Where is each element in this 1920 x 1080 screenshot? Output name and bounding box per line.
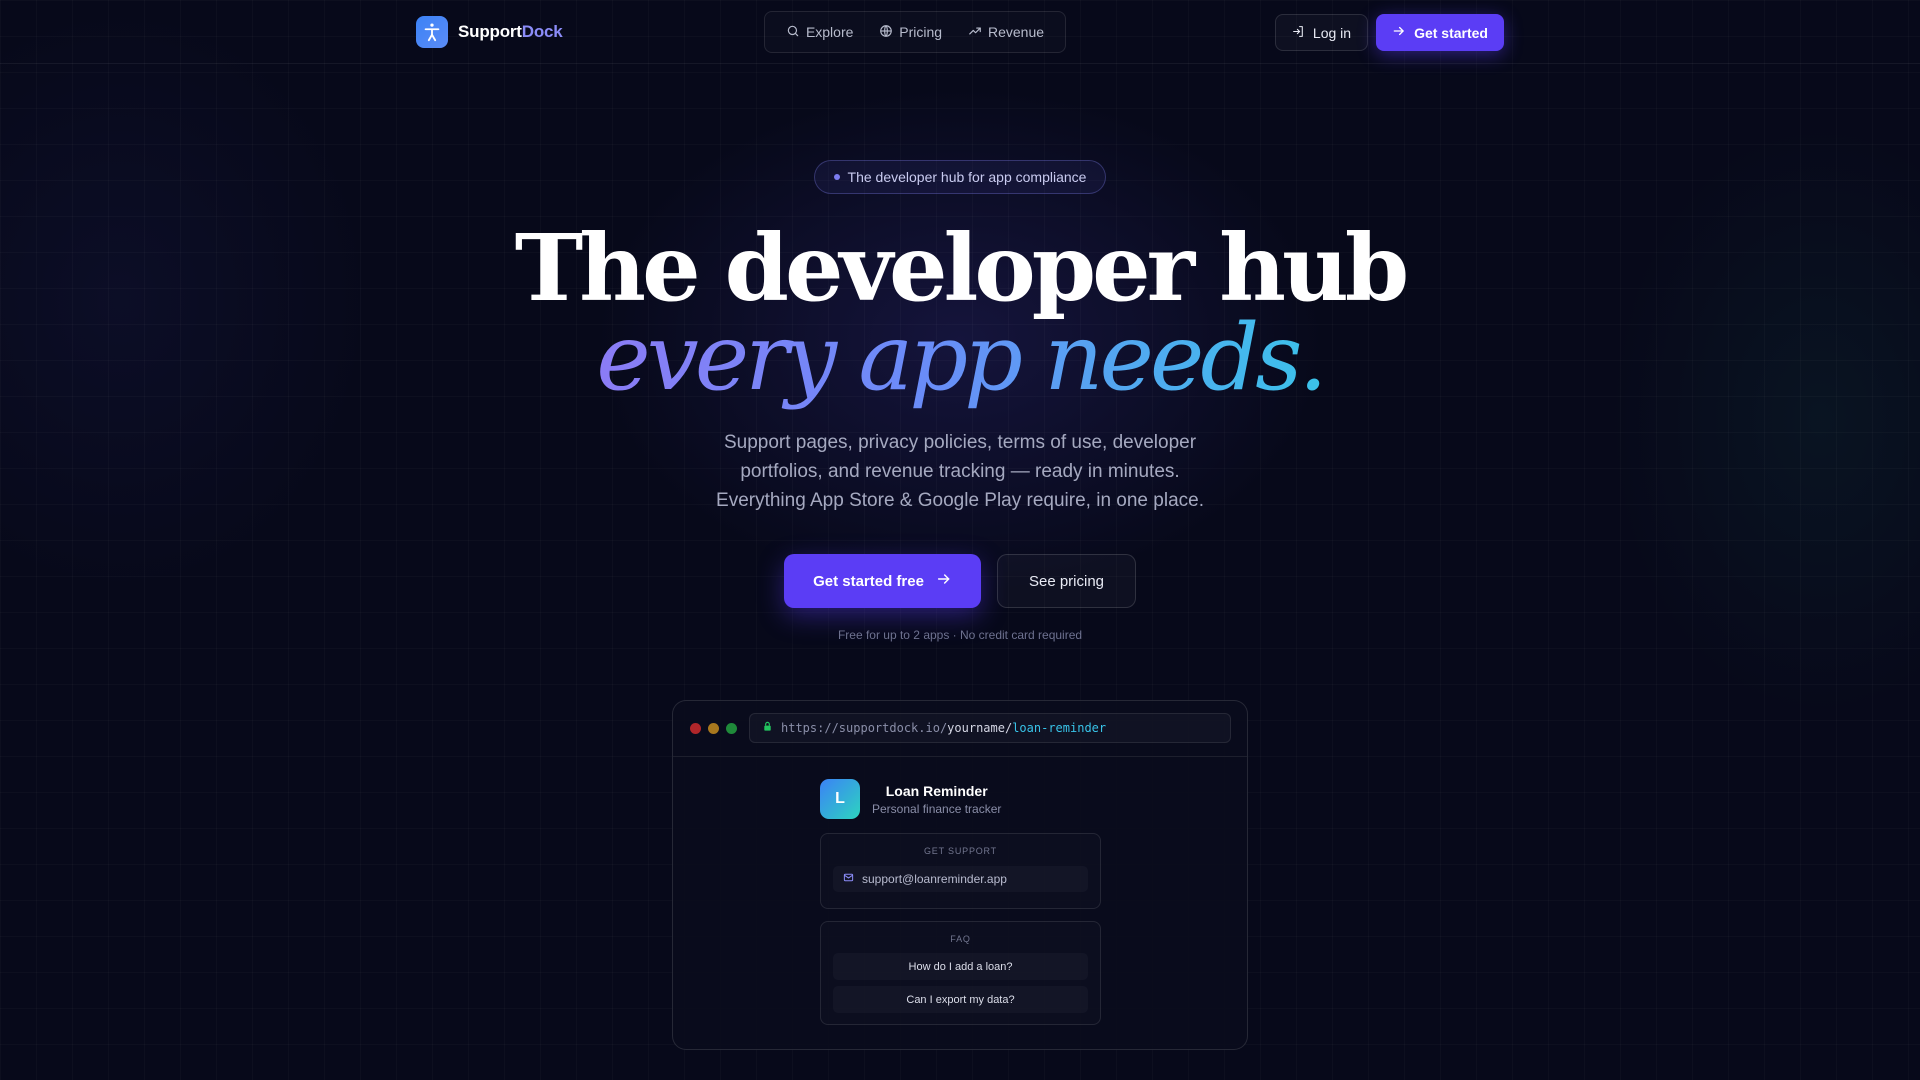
login-button[interactable]: Log in [1274,14,1369,51]
see-pricing-label: See pricing [1028,572,1105,590]
get-started-button[interactable]: Get started [1376,14,1504,51]
hero-title-line1: The developer hub [514,214,1410,322]
top-nav: SupportDock Explore Pricing Revenue Log … [0,0,1920,64]
support-email-link[interactable]: support@loanreminder.app [833,866,1088,892]
brand-name-accent: Dock [521,22,563,41]
faq-card-label: FAQ [950,934,971,944]
nav-link-label: Revenue [987,24,1045,40]
hero-subtitle-line: Support pages, privacy policies, terms o… [723,432,1197,453]
brand-name-main: Support [458,22,522,41]
nav-link-label: Pricing [899,24,943,40]
preview-browser-window: https://supportdock.io/yourname/loan-rem… [672,700,1248,1050]
minimize-dot-icon [708,723,719,734]
hero-badge-text: The developer hub for app compliance [847,169,1087,185]
get-started-free-button[interactable]: Get started free [784,554,981,608]
hero-title-line2: every app needs. [0,308,1920,408]
faq-card: FAQ How do I add a loan? Can I export my… [820,921,1101,1025]
see-pricing-button[interactable]: See pricing [997,554,1136,608]
app-tagline: Personal finance tracker [872,801,1002,816]
nav-links: Explore Pricing Revenue [764,11,1066,53]
lock-icon [762,721,773,735]
nav-link-label: Explore [805,24,854,40]
window-controls [690,723,737,734]
close-dot-icon [690,723,701,734]
arrow-right-icon [936,571,952,591]
support-card: GET SUPPORT support@loanreminder.app [820,833,1101,909]
maximize-dot-icon [726,723,737,734]
login-icon [1292,25,1305,41]
brand-logo-link[interactable]: SupportDock [416,16,563,48]
brand-name: SupportDock [458,22,563,42]
hero-cta-row: Get started free See pricing [784,554,1136,608]
support-card-label: GET SUPPORT [924,846,997,856]
hero-subtitle-line: portfolios, and revenue tracking — ready… [740,461,1180,482]
support-email: support@loanreminder.app [862,872,1007,886]
hero-subtitle-line: Everything App Store & Google Play requi… [716,490,1204,511]
globe-icon [879,24,893,41]
faq-item[interactable]: How do I add a loan? [833,953,1088,980]
app-avatar: L [820,779,860,819]
nav-link-explore[interactable]: Explore [778,18,861,47]
faq-item[interactable]: Can I export my data? [833,986,1088,1013]
get-started-label: Get started [1414,24,1488,41]
preview-browser-bar: https://supportdock.io/yourname/loan-rem… [673,701,1247,757]
accessibility-figure-icon [416,16,448,48]
hero-badge: The developer hub for app compliance [814,160,1106,194]
nav-link-pricing[interactable]: Pricing [871,18,950,47]
login-label: Log in [1312,24,1352,41]
url-slug: loan-reminder [1012,721,1107,735]
app-name: Loan Reminder [885,782,988,799]
url-user: yourname/ [947,721,1013,735]
nav-link-revenue[interactable]: Revenue [960,18,1052,47]
nav-actions: Log in Get started [1274,14,1504,51]
hero-subtitle: Support pages, privacy policies, terms o… [0,428,1920,515]
trending-up-icon [968,24,982,41]
url-base: https://supportdock.io/ [781,721,948,735]
badge-dot-icon [833,174,840,180]
hero-fineprint: Free for up to 2 apps · No credit card r… [837,628,1083,642]
mail-icon [843,872,854,886]
arrow-right-icon [1392,24,1406,41]
preview-url-bar: https://supportdock.io/yourname/loan-rem… [749,713,1231,743]
hero-title-gradient: every app needs. [596,304,1327,411]
preview-app-header: L Loan Reminder Personal finance tracker [820,779,1001,819]
search-icon [786,24,800,41]
get-started-free-label: Get started free [813,572,924,590]
